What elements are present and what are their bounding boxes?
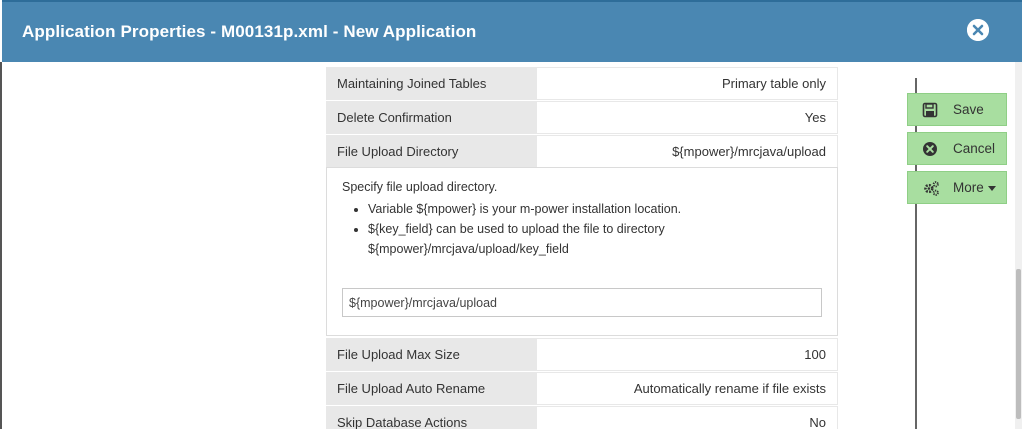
property-row-file-upload-max-size: File Upload Max Size 100 [326, 338, 838, 371]
more-button[interactable]: More [907, 171, 1007, 204]
property-value-text: Yes [804, 110, 826, 125]
property-value-delete-confirmation[interactable]: Yes [537, 102, 837, 133]
dialog-title: Application Properties - M00131p.xml - N… [22, 22, 477, 41]
property-value-text: No [809, 415, 826, 429]
save-button[interactable]: Save [907, 93, 1007, 126]
properties-panel: Maintaining Joined Tables Primary table … [326, 62, 838, 429]
vertical-scrollbar[interactable] [1015, 62, 1022, 429]
cancel-label: Cancel [953, 141, 996, 156]
more-label-text: More [953, 180, 984, 195]
property-row-maintaining-joined-tables: Maintaining Joined Tables Primary table … [326, 67, 838, 100]
left-edge [0, 62, 2, 429]
file-upload-directory-editor: Specify file upload directory. Variable … [326, 167, 838, 336]
help-item: Variable ${mpower} is your m-power insta… [368, 199, 828, 219]
property-label: Delete Confirmation [337, 110, 452, 125]
help-intro: Specify file upload directory. [342, 180, 498, 194]
cancel-button[interactable]: Cancel [907, 132, 1007, 165]
help-list: Variable ${mpower} is your m-power insta… [342, 199, 828, 259]
property-value-text: 100 [804, 347, 826, 362]
save-label: Save [953, 102, 984, 117]
property-label: File Upload Max Size [337, 347, 460, 362]
property-label: File Upload Directory [337, 144, 459, 159]
close-circle-icon [967, 19, 989, 41]
dialog-header: Application Properties - M00131p.xml - N… [2, 0, 1022, 62]
application-properties-dialog: Application Properties - M00131p.xml - N… [0, 0, 1022, 429]
cancel-circle-icon [923, 142, 937, 156]
property-value-file-upload-max-size[interactable]: 100 [537, 339, 837, 370]
property-row-file-upload-auto-rename: File Upload Auto Rename Automatically re… [326, 372, 838, 405]
property-value-maintaining-joined-tables[interactable]: Primary table only [537, 68, 837, 99]
property-label: Maintaining Joined Tables [337, 76, 487, 91]
upload-directory-input[interactable] [342, 288, 822, 317]
property-value-text: Automatically rename if file exists [633, 381, 826, 396]
property-row-skip-database-actions: Skip Database Actions No [326, 406, 838, 429]
property-value-file-upload-auto-rename[interactable]: Automatically rename if file exists [537, 373, 837, 404]
property-value-text: ${mpower}/mrcjava/upload [672, 144, 826, 159]
floppy-disk-icon [922, 102, 938, 118]
property-value-skip-database-actions[interactable]: No [537, 407, 837, 429]
side-divider [915, 78, 917, 429]
gears-icon [924, 181, 939, 196]
property-label: File Upload Auto Rename [337, 381, 486, 396]
more-label: More [953, 180, 996, 195]
help-item: ${key_field} can be used to upload the f… [368, 219, 828, 259]
close-button[interactable] [967, 19, 989, 41]
property-value-file-upload-directory[interactable]: ${mpower}/mrcjava/upload [537, 136, 837, 167]
property-row-delete-confirmation: Delete Confirmation Yes [326, 101, 838, 134]
property-row-file-upload-directory: File Upload Directory ${mpower}/mrcjava/… [326, 135, 838, 168]
property-label: Skip Database Actions [337, 415, 468, 429]
caret-down-icon [987, 185, 996, 191]
scrollbar-thumb[interactable] [1016, 269, 1021, 419]
property-value-text: Primary table only [721, 76, 826, 91]
